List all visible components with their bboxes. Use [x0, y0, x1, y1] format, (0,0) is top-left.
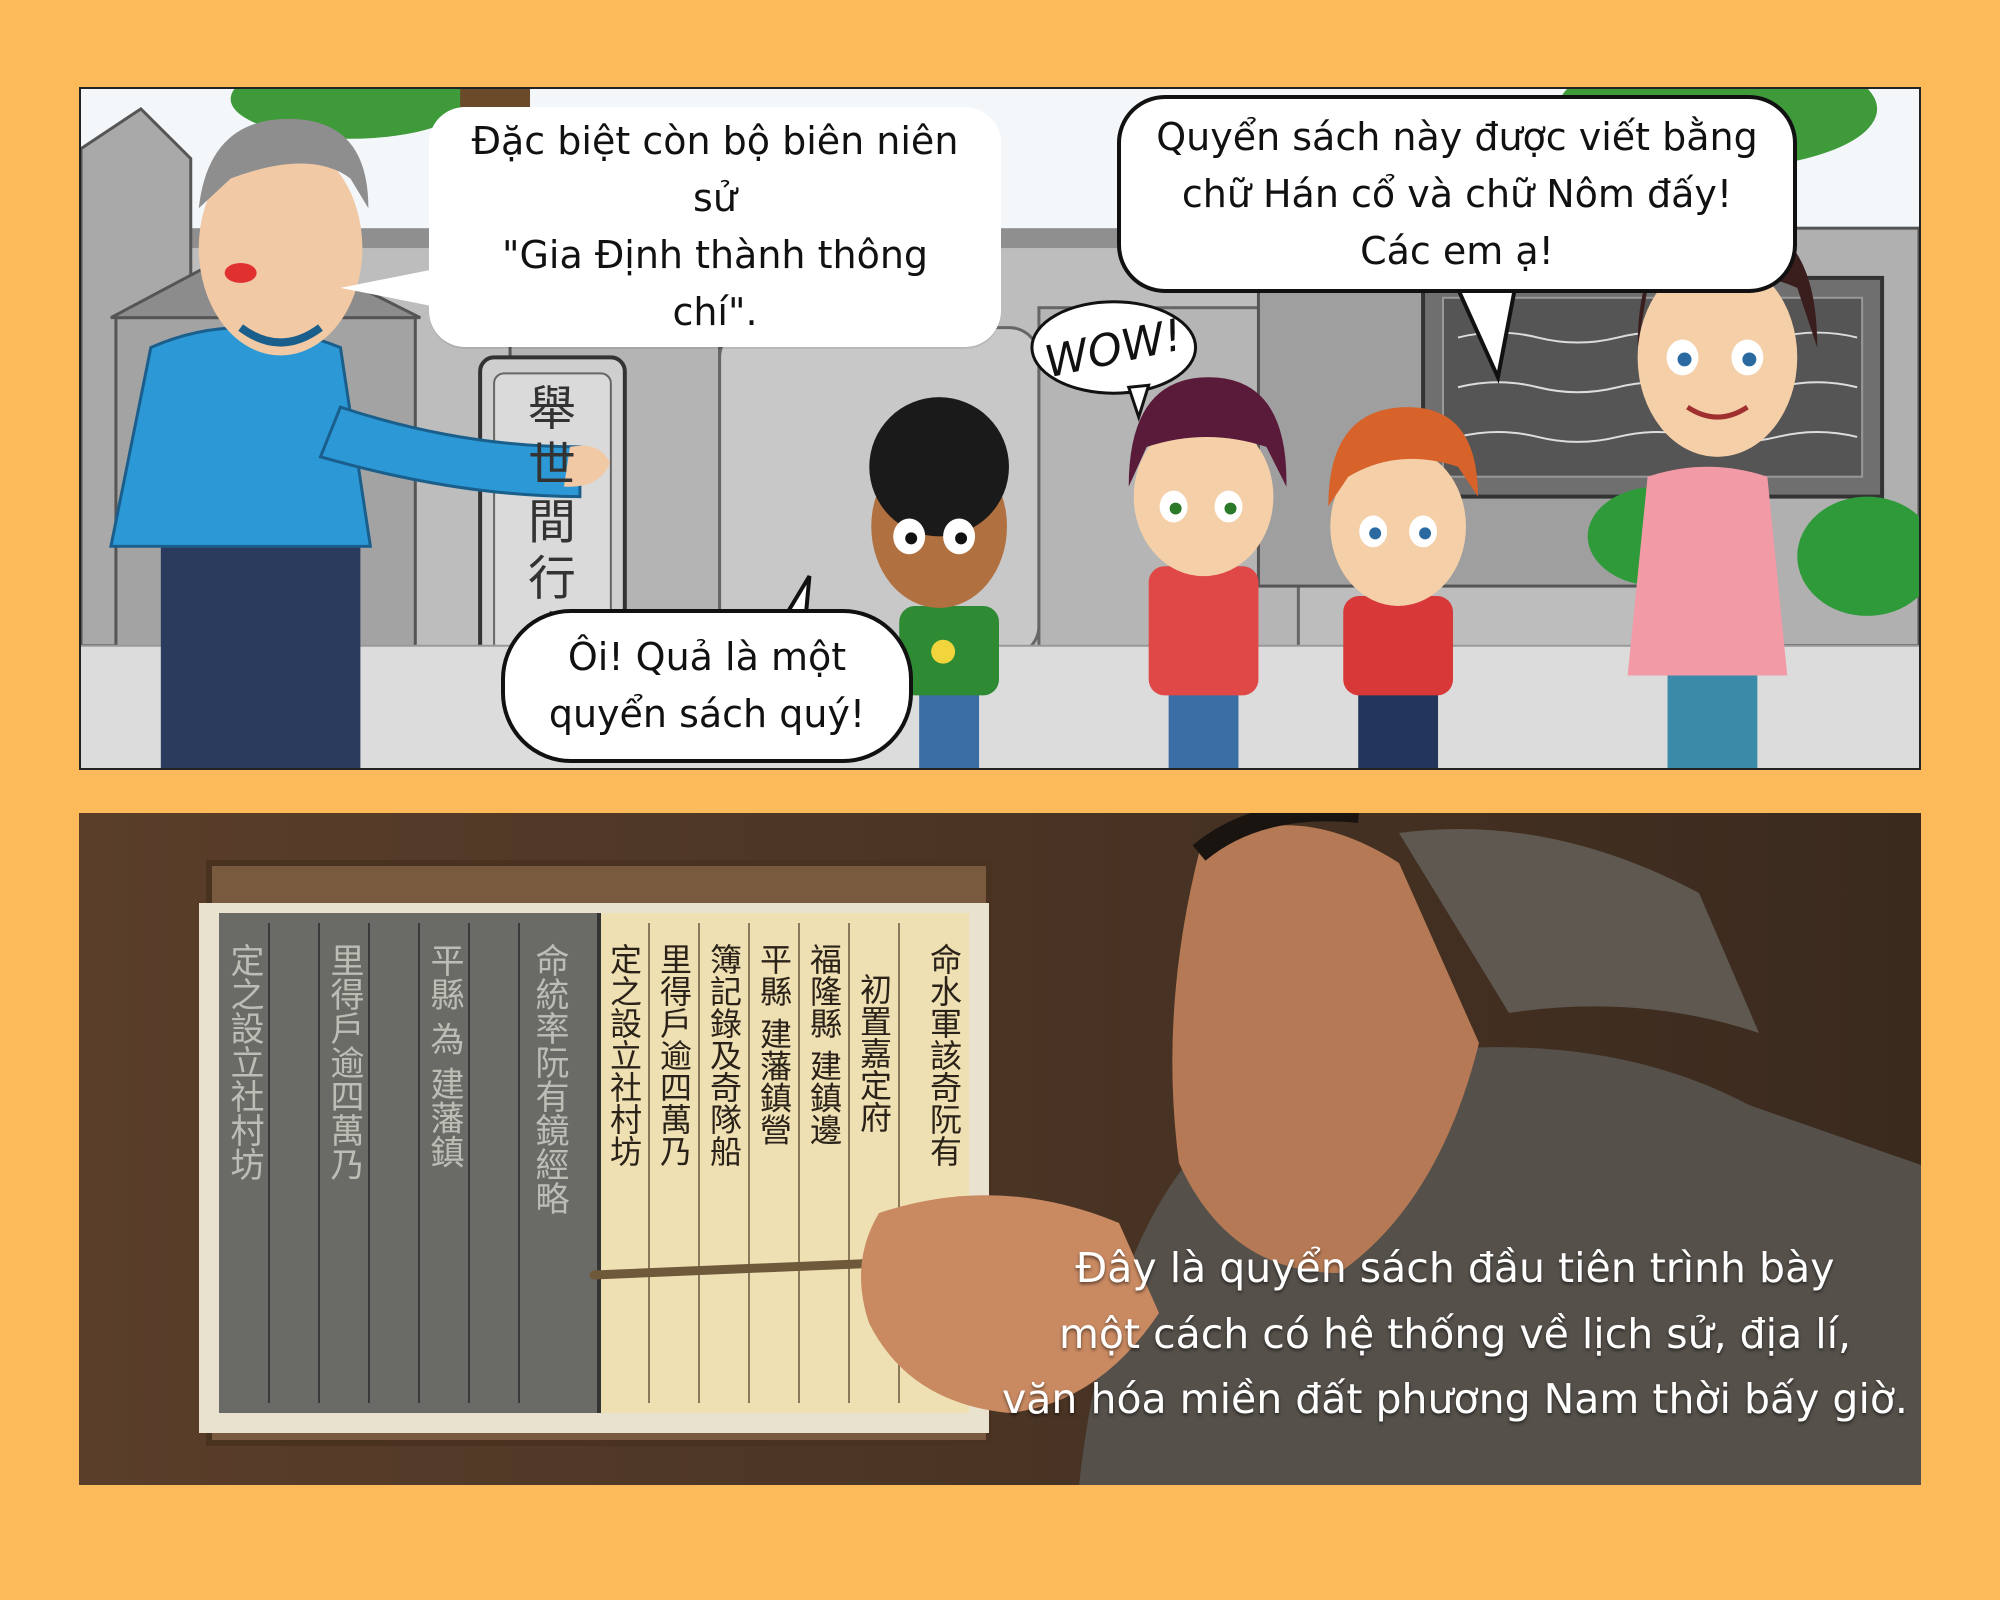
- stele-glyph: 間: [528, 495, 576, 550]
- boy-speech-line: Ôi! Quả là một: [567, 635, 847, 679]
- caption-line: văn hóa miền đất phương Nam thời bấy giờ…: [1002, 1375, 1908, 1424]
- boy-speech-line: quyển sách quý!: [548, 692, 866, 736]
- book-column-text: 簿記錄及奇隊船: [705, 943, 743, 1167]
- book-column-text: 里得戶逾四萬乃: [324, 943, 364, 1181]
- book-column-text: 福隆縣 建鎮邊: [805, 943, 843, 1145]
- stele-glyph: 舉: [528, 382, 576, 437]
- guide-speech-line: chữ Hán cổ và chữ Nôm đấy!: [1181, 171, 1733, 216]
- book-column-text: 初置嘉定府: [855, 973, 893, 1133]
- teacher-speech-bubble: Đặc biệt còn bộ biên niên sử "Gia Định t…: [429, 107, 1001, 347]
- guide-speech-bubble: Quyển sách này được viết bằng chữ Hán cổ…: [1117, 95, 1797, 293]
- book-column-text: 平縣 建藩鎮營: [755, 943, 793, 1145]
- stele-glyph: 行: [528, 552, 576, 607]
- teacher-speech-line: Đặc biệt còn bộ biên niên sử: [471, 119, 959, 220]
- teacher-speech-line: "Gia Định thành thông chí".: [501, 233, 929, 334]
- book-column-text: 定之設立社村坊: [605, 943, 643, 1167]
- book-column-text: 定之設立社村坊: [224, 943, 264, 1181]
- bottom-book-panel: 命統率阮有鏡經略 平縣 為 建藩鎮 里得戶逾四萬乃 定之設立社村坊 命水軍該奇阮…: [79, 813, 1921, 1485]
- top-comic-panel: 舉 世 間 行 舟 WOW! Đặc biệt còn bộ biên niên…: [79, 87, 1921, 770]
- boy-speech-bubble: Ôi! Quả là một quyển sách quý!: [501, 609, 913, 763]
- stele-glyph: 世: [528, 439, 576, 494]
- caption-text: Đây là quyển sách đầu tiên trình bày một…: [940, 1236, 1921, 1433]
- guide-speech-line: Quyển sách này được viết bằng: [1156, 114, 1758, 159]
- book-column-text: 命統率阮有鏡經略: [529, 943, 569, 1215]
- book-column-text: 里得戶逾四萬乃: [655, 943, 693, 1167]
- guide-speech-line: Các em ạ!: [1360, 228, 1554, 273]
- book-column-text: 命水軍該奇阮有: [925, 943, 963, 1167]
- caption-line: một cách có hệ thống về lịch sử, địa lí,: [1058, 1309, 1852, 1358]
- caption-line: Đây là quyển sách đầu tiên trình bày: [1075, 1244, 1835, 1292]
- book-column-text: 平縣 為 建藩鎮: [424, 943, 464, 1169]
